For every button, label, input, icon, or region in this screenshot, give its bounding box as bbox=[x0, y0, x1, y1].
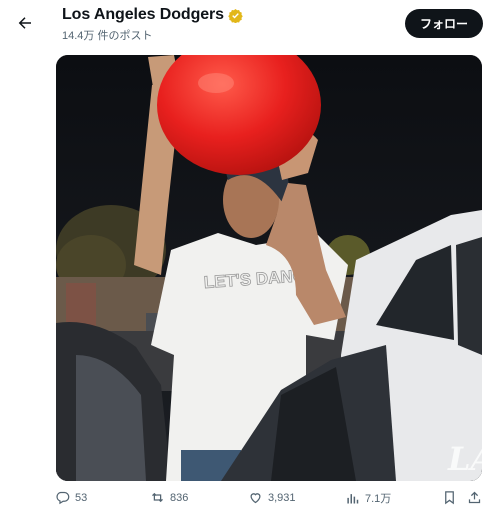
la-watermark: LA bbox=[447, 440, 482, 478]
post-count: 14.4万 件のポスト bbox=[62, 30, 153, 42]
follow-button[interactable]: フォロー bbox=[405, 9, 483, 38]
arrow-left-icon bbox=[18, 17, 31, 29]
bookmark-button[interactable] bbox=[442, 490, 457, 505]
share-icon bbox=[468, 491, 481, 504]
views-button[interactable]: 7.1万 bbox=[345, 490, 391, 506]
reply-button[interactable]: 53 bbox=[55, 490, 87, 505]
share-button[interactable] bbox=[467, 490, 482, 505]
account-title: Los Angeles Dodgers 14.4万 件のポスト bbox=[62, 6, 243, 43]
reply-bubble-icon bbox=[56, 491, 70, 505]
back-button[interactable] bbox=[10, 8, 40, 38]
repost-count: 836 bbox=[170, 491, 189, 504]
video-frame: LET'S DANCE LA bbox=[56, 55, 482, 481]
like-button[interactable]: 3,931 bbox=[248, 490, 296, 505]
bar-chart-icon bbox=[347, 493, 359, 503]
heart-icon bbox=[250, 493, 261, 504]
repost-button[interactable]: 836 bbox=[150, 490, 188, 505]
reply-count: 53 bbox=[75, 491, 88, 504]
post-media[interactable]: LET'S DANCE LA bbox=[56, 55, 482, 481]
repost-icon bbox=[152, 492, 163, 503]
bookmark-icon bbox=[445, 491, 454, 505]
gold-verified-badge-icon bbox=[228, 8, 243, 23]
post-actions-bar: 53 836 3,931 7.1万 bbox=[0, 486, 500, 514]
view-count: 7.1万 bbox=[365, 493, 392, 505]
account-name[interactable]: Los Angeles Dodgers bbox=[62, 6, 224, 24]
post-header: Los Angeles Dodgers 14.4万 件のポスト フォロー bbox=[0, 0, 500, 50]
like-count: 3,931 bbox=[268, 491, 296, 504]
